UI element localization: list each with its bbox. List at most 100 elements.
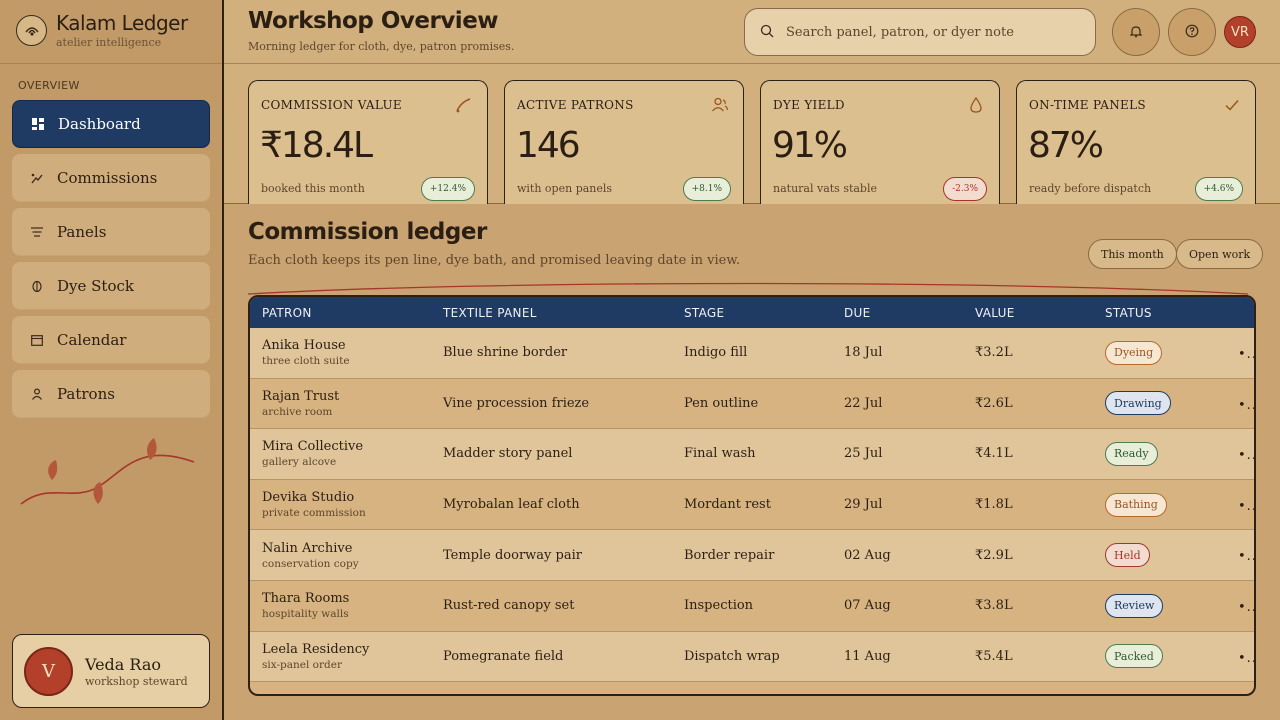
page-title: Workshop Overview [248, 8, 499, 34]
search-icon [760, 23, 774, 42]
sidebar-item-label: Panels [57, 223, 107, 241]
patron-name: Leela Residency [262, 641, 370, 657]
sidebar-item-commissions[interactable]: Commissions [12, 154, 210, 202]
due-cell: 02 Aug [844, 547, 891, 563]
sidebar-item-label: Patrons [57, 385, 115, 403]
dye-stock-icon [31, 280, 43, 292]
patrons-icon [31, 388, 43, 400]
table-row[interactable]: Devika Studio private commission Myrobalan… [250, 479, 1254, 531]
metric-card-commission-value[interactable]: COMMISSION VALUE ₹18.4L booked this mont… [248, 80, 488, 204]
metric-note: natural vats stable [773, 182, 878, 195]
metric-card-active-patrons[interactable]: ACTIVE PATRONS 146 with open panels +8.1… [504, 80, 744, 204]
table-row[interactable]: Nalin Archive conservation copy Temple doo… [250, 530, 1254, 581]
column-header-textile-panel[interactable]: TEXTILE PANEL [443, 306, 537, 320]
metric-value: 146 [516, 125, 581, 166]
column-header-stage[interactable]: STAGE [684, 306, 724, 320]
patron-cell: Leela Residency six-panel order [262, 642, 369, 671]
search-input[interactable] [786, 24, 1076, 40]
status-badge: Dyeing [1105, 340, 1163, 365]
stage-cell: Inspection [684, 598, 754, 614]
row-menu-icon[interactable]: •.. [1238, 651, 1254, 666]
metric-note: booked this month [261, 182, 365, 195]
status-cell: Drawing [1105, 391, 1171, 416]
status-badge: Review [1105, 593, 1164, 618]
row-menu-icon[interactable]: •.. [1238, 347, 1254, 362]
row-menu-icon[interactable]: •.. [1238, 499, 1254, 514]
metric-card-on-time-panels[interactable]: ON-TIME PANELS 87% ready before dispatch… [1016, 80, 1256, 204]
metric-label: ACTIVE PATRONS [517, 98, 634, 112]
search-box[interactable] [744, 8, 1096, 56]
page-subtitle: Morning ledger for cloth, dye, patron pr… [248, 40, 515, 53]
sidebar-item-label: Calendar [57, 331, 127, 349]
table-row[interactable]: Thara Rooms hospitality walls Rust-red can… [250, 580, 1254, 632]
avatar: V [24, 646, 73, 696]
metric-card-dye-yield[interactable]: DYE YIELD 91% natural vats stable -2.3% [760, 80, 1000, 204]
row-menu-icon[interactable]: •.. [1238, 549, 1254, 564]
calendar-icon [31, 334, 43, 346]
sidebar-item-dashboard[interactable]: Dashboard [12, 100, 210, 148]
due-cell: 22 Jul [844, 395, 883, 411]
column-header-status[interactable]: STATUS [1105, 306, 1152, 320]
due-cell: 29 Jul [844, 497, 883, 513]
row-menu-icon[interactable]: •.. [1238, 448, 1254, 463]
row-menu-icon[interactable]: •.. [1238, 398, 1254, 413]
filter-open-work-button[interactable]: Open work [1176, 239, 1264, 269]
stage-cell: Dispatch wrap [684, 648, 780, 664]
status-cell: Review [1105, 593, 1164, 618]
stage-cell: Indigo fill [684, 345, 748, 361]
stage-cell: Mordant rest [684, 497, 771, 513]
patron-note: six-panel order [262, 658, 342, 671]
row-menu-icon[interactable]: •.. [1238, 600, 1254, 615]
status-badge: Packed [1105, 644, 1163, 669]
metric-delta-badge: +8.1% [682, 177, 731, 201]
commissions-icon [31, 172, 43, 184]
metric-label: DYE YIELD [773, 98, 845, 112]
column-header-due[interactable]: DUE [844, 306, 871, 320]
column-header-patron[interactable]: PATRON [262, 306, 312, 320]
table-row[interactable]: Rajan Trust archive room Vine procession f… [250, 378, 1254, 430]
sidebar-item-calendar[interactable]: Calendar [12, 316, 210, 364]
ledger-subtitle: Each cloth keeps its pen line, dye bath,… [248, 253, 741, 268]
sidebar-item-panels[interactable]: Panels [12, 208, 210, 256]
value-cell: ₹3.8L [975, 598, 1013, 614]
sidebar-divider [0, 63, 222, 64]
sidebar-item-dye-stock[interactable]: Dye Stock [12, 262, 210, 310]
patron-note: hospitality walls [262, 608, 349, 621]
brush-icon [456, 98, 471, 113]
user-card[interactable]: V Veda Rao workshop steward [12, 634, 210, 708]
brand-name: Kalam Ledger [56, 11, 188, 35]
textile-panel-cell: Vine procession frieze [443, 395, 590, 411]
patron-name: Devika Studio [262, 490, 355, 506]
patron-name: Anika House [262, 338, 346, 354]
textile-panel-cell: Myrobalan leaf cloth [443, 497, 580, 513]
column-header-value[interactable]: VALUE [975, 306, 1015, 320]
brand[interactable]: Kalam Ledger atelier intelligence [16, 12, 188, 49]
patron-cell: Mira Collective gallery alcove [262, 439, 363, 468]
notifications-button[interactable] [1112, 8, 1160, 56]
value-cell: ₹2.6L [975, 395, 1013, 411]
help-button[interactable] [1168, 8, 1216, 56]
metric-value: ₹18.4L [260, 125, 373, 166]
table-row[interactable]: Mira Collective gallery alcove Madder stor… [250, 429, 1254, 480]
panels-icon [31, 226, 43, 238]
patron-cell: Anika House three cloth suite [262, 338, 350, 367]
stage-cell: Final wash [684, 446, 756, 462]
sidebar: Kalam Ledger atelier intelligence OVERVI… [0, 0, 222, 720]
dashboard-icon [32, 118, 44, 130]
check-icon [1225, 100, 1239, 111]
metric-note: ready before dispatch [1029, 182, 1152, 195]
user-role: workshop steward [85, 674, 188, 688]
value-cell: ₹3.2L [975, 345, 1013, 361]
status-badge: Drawing [1105, 391, 1171, 416]
sidebar-item-patrons[interactable]: Patrons [12, 370, 210, 418]
ledger-title: Commission ledger [248, 219, 487, 245]
filter-this-month-button[interactable]: This month [1088, 239, 1177, 269]
bell-icon [1129, 23, 1143, 42]
textile-panel-cell: Pomegranate field [443, 648, 564, 664]
patron-note: conservation copy [262, 557, 359, 570]
table-row[interactable]: Anika House three cloth suite Blue shrine … [250, 328, 1254, 379]
profile-avatar-button[interactable]: VR [1224, 16, 1256, 48]
status-cell: Held [1105, 543, 1150, 568]
table-row[interactable]: Leela Residency six-panel order Pomegranat… [250, 631, 1254, 683]
due-cell: 07 Aug [844, 598, 891, 614]
